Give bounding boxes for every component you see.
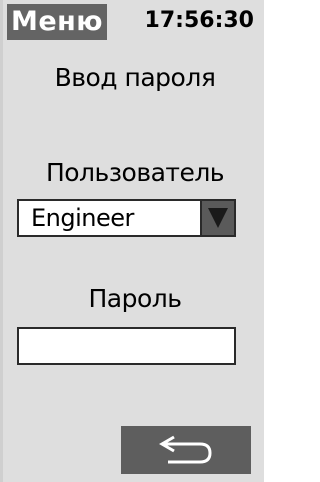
user-select-value: Engineer	[31, 204, 134, 232]
triangle-down-icon	[208, 208, 228, 228]
clock: 17:56:30	[144, 8, 254, 33]
user-label: Пользователь	[45, 158, 225, 187]
return-arrow-icon	[159, 435, 212, 464]
back-button[interactable]	[121, 426, 251, 474]
password-label: Пароль	[88, 284, 183, 313]
menu-button[interactable]: Меню	[7, 4, 107, 40]
page-title: Ввод пароля	[54, 63, 216, 92]
password-field[interactable]	[17, 327, 236, 365]
user-dropdown-button[interactable]	[200, 201, 234, 235]
user-select[interactable]: Engineer	[17, 199, 236, 237]
password-screen: Меню 17:56:30 Ввод пароля Пользователь E…	[0, 0, 264, 482]
